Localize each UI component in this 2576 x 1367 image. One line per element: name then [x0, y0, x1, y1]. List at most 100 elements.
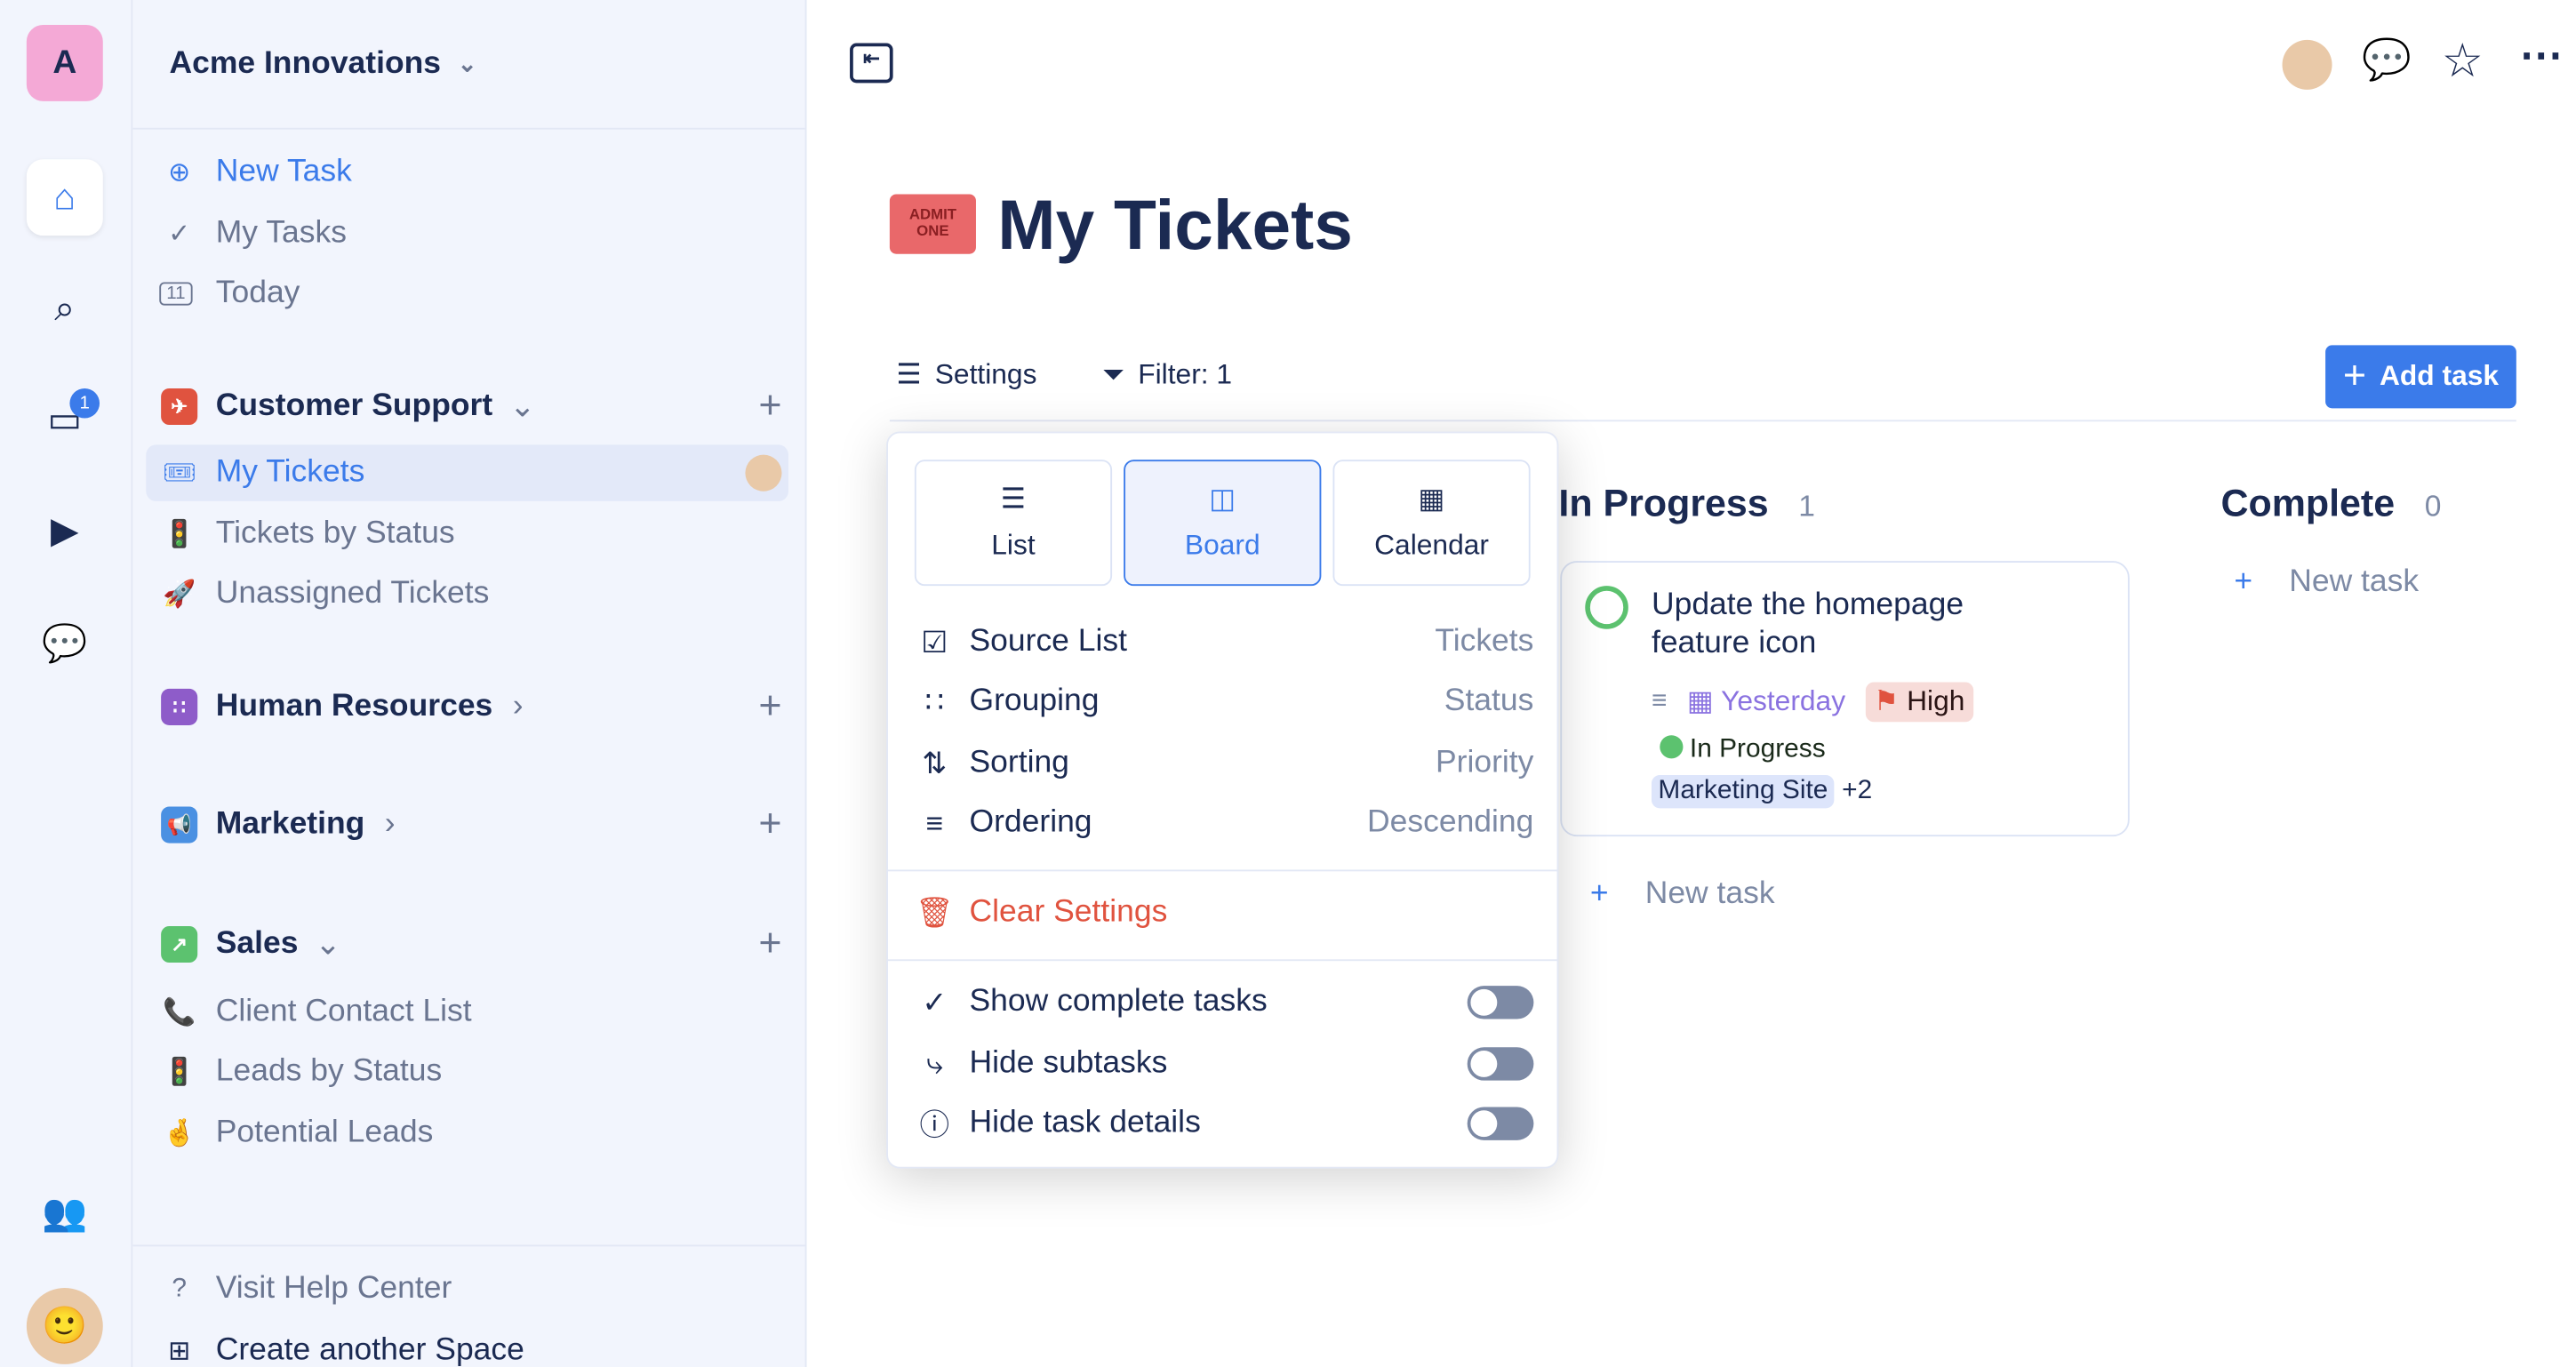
- today-link[interactable]: 11 Today: [146, 266, 788, 322]
- sidebar-item-unassigned-tickets[interactable]: 🚀 Unassigned Tickets: [146, 566, 788, 622]
- description-icon: ≡: [1651, 687, 1668, 715]
- video-icon[interactable]: ▶: [27, 493, 103, 570]
- label: Unassigned Tickets: [215, 575, 490, 612]
- add-task-button[interactable]: + Add task: [2325, 345, 2516, 409]
- phone-icon: 📞: [163, 999, 196, 1027]
- new-task-link[interactable]: ⊕ New Task: [146, 144, 788, 200]
- help-icon: ?: [172, 1275, 187, 1303]
- label: Settings: [934, 358, 1037, 390]
- sidebar-item-potential-leads[interactable]: 🤞 Potential Leads: [146, 1106, 788, 1162]
- status-dot-icon: [1660, 735, 1684, 759]
- create-space-link[interactable]: ⊞ Create another Space: [146, 1323, 790, 1367]
- chevron-right-icon: ›: [384, 806, 396, 842]
- add-user-icon[interactable]: 👥: [27, 1175, 103, 1251]
- tag-chip[interactable]: Marketing Site: [1651, 775, 1835, 809]
- task-card[interactable]: Update the homepage feature icon ≡ ▦ Yes…: [1560, 561, 2130, 837]
- hide-details-toggle[interactable]: [1467, 1107, 1534, 1140]
- settings-button[interactable]: ☰ Settings: [896, 358, 1036, 391]
- collapse-sidebar-icon[interactable]: ⇤: [850, 43, 893, 84]
- grouping-icon: ∷: [924, 684, 944, 718]
- due-date[interactable]: ▦ Yesterday: [1687, 685, 1845, 718]
- new-task-complete[interactable]: + New task: [2234, 564, 2419, 601]
- plus-circle-icon: ⊕: [168, 159, 191, 188]
- workspace-avatar[interactable]: A: [26, 25, 103, 101]
- traffic-light-icon: 🚦: [163, 1059, 196, 1088]
- new-task-in-progress[interactable]: + New task: [1590, 876, 1775, 913]
- label: New Task: [215, 154, 352, 189]
- star-icon[interactable]: ☆: [2442, 33, 2484, 88]
- chevron-down-icon: ⌄: [457, 50, 477, 76]
- help-center-link[interactable]: ? Visit Help Center: [146, 1261, 790, 1317]
- filter-button[interactable]: ⏷ Filter: 1: [1102, 358, 1232, 391]
- calendar-icon: ▦: [1686, 685, 1722, 717]
- calendar-icon: 11: [159, 282, 193, 306]
- sidebar-item-my-tickets[interactable]: 🎟 My Tickets: [146, 444, 788, 501]
- page-title: My Tickets: [997, 186, 1353, 264]
- sort-icon: ⇅: [922, 746, 948, 779]
- workspace-name: Acme Innovations: [169, 45, 442, 81]
- view-calendar-button[interactable]: ▦ Calendar: [1332, 460, 1531, 587]
- sidebar-item-leads-by-status[interactable]: 🚦 Leads by Status: [146, 1044, 788, 1100]
- app-rail: A ⌂ ⌕ ▭ 1 ▶ 💬 👥 🙂: [0, 0, 133, 1367]
- group-sales[interactable]: ↗ Sales ⌄ +: [146, 916, 788, 972]
- info-icon: ⓘ: [919, 1108, 950, 1142]
- label: Human Resources: [215, 688, 493, 724]
- add-icon[interactable]: +: [758, 802, 781, 848]
- view-list-button[interactable]: ☰ List: [914, 460, 1113, 587]
- calendar-icon: ▦: [1418, 483, 1445, 515]
- sliders-icon: ☰: [896, 358, 922, 390]
- user-avatar[interactable]: 🙂: [26, 1288, 103, 1364]
- search-icon[interactable]: ⌕: [27, 270, 103, 347]
- label: My Tasks: [215, 215, 347, 251]
- home-icon[interactable]: ⌂: [26, 159, 103, 236]
- group-customer-support[interactable]: ✈ Customer Support ⌄ +: [146, 379, 788, 435]
- label: Create another Space: [215, 1332, 524, 1367]
- group-icon: ∷: [161, 688, 198, 726]
- group-human-resources[interactable]: ∷ Human Resources › +: [146, 679, 788, 735]
- hide-details-row: ⓘ Hide task details: [915, 1099, 1534, 1148]
- complete-checkbox[interactable]: [1585, 586, 1628, 629]
- column-header-complete: Complete 0: [2220, 481, 2442, 525]
- add-icon[interactable]: +: [758, 684, 781, 730]
- workspace-switcher[interactable]: Acme Innovations ⌄: [132, 0, 805, 130]
- chat-search-icon[interactable]: 💬: [27, 606, 103, 683]
- label: Leads by Status: [215, 1053, 443, 1089]
- add-icon[interactable]: +: [758, 921, 781, 967]
- more-tags[interactable]: +2: [1842, 777, 1872, 805]
- show-complete-toggle[interactable]: [1467, 986, 1534, 1019]
- subtasks-icon: ⤷: [925, 1046, 943, 1080]
- label: Customer Support: [215, 388, 493, 424]
- check-circle-icon: ✓: [168, 220, 191, 250]
- label: Potential Leads: [215, 1115, 434, 1151]
- sorting-row[interactable]: ⇅ Sorting Priority: [915, 739, 1533, 788]
- chevron-right-icon: ›: [512, 688, 524, 724]
- megaphone-icon: 📢: [161, 806, 198, 843]
- my-tasks-link[interactable]: ✓ My Tasks: [146, 206, 788, 262]
- inbox-icon[interactable]: ▭ 1: [27, 381, 103, 458]
- group-marketing[interactable]: 📢 Marketing › +: [146, 796, 788, 852]
- flag-icon: ⚑: [1873, 685, 1908, 717]
- label: Client Contact List: [215, 994, 472, 1029]
- chart-icon: ↗: [161, 925, 198, 963]
- ordering-row[interactable]: ≡ Ordering Descending: [915, 798, 1533, 848]
- more-icon[interactable]: ⋯: [2520, 30, 2564, 82]
- board-icon: ◫: [1209, 483, 1236, 515]
- view-board-button[interactable]: ◫ Board: [1124, 460, 1322, 587]
- chat-icon[interactable]: 💬: [2362, 36, 2412, 84]
- status-badge[interactable]: In Progress: [1652, 731, 1834, 768]
- rocket-icon: 🚀: [163, 580, 196, 610]
- sidebar-item-client-contact-list[interactable]: 📞 Client Contact List: [146, 984, 788, 1040]
- fingers-crossed-icon: 🤞: [163, 1120, 196, 1149]
- sidebar-item-tickets-by-status[interactable]: 🚦 Tickets by Status: [146, 507, 788, 563]
- settings-popup: ☰ List ◫ Board ▦ Calendar ☑ Source List Ticke…: [886, 431, 1559, 1169]
- sidebar-footer: ? Visit Help Center ⊞ Create another Space: [132, 1244, 807, 1367]
- grouping-row[interactable]: ∷ Grouping Status: [915, 677, 1534, 727]
- clear-settings-button[interactable]: 🗑 Clear Settings: [915, 888, 1534, 938]
- add-icon[interactable]: +: [758, 383, 781, 429]
- task-title: Update the homepage feature icon: [1651, 588, 1964, 661]
- member-avatar[interactable]: [2282, 39, 2332, 90]
- hide-subtasks-toggle[interactable]: [1467, 1047, 1534, 1081]
- priority-badge[interactable]: ⚑ High: [1865, 682, 1973, 723]
- source-list-row[interactable]: ☑ Source List Tickets: [915, 618, 1533, 668]
- filter-icon: ⏷: [1101, 358, 1125, 390]
